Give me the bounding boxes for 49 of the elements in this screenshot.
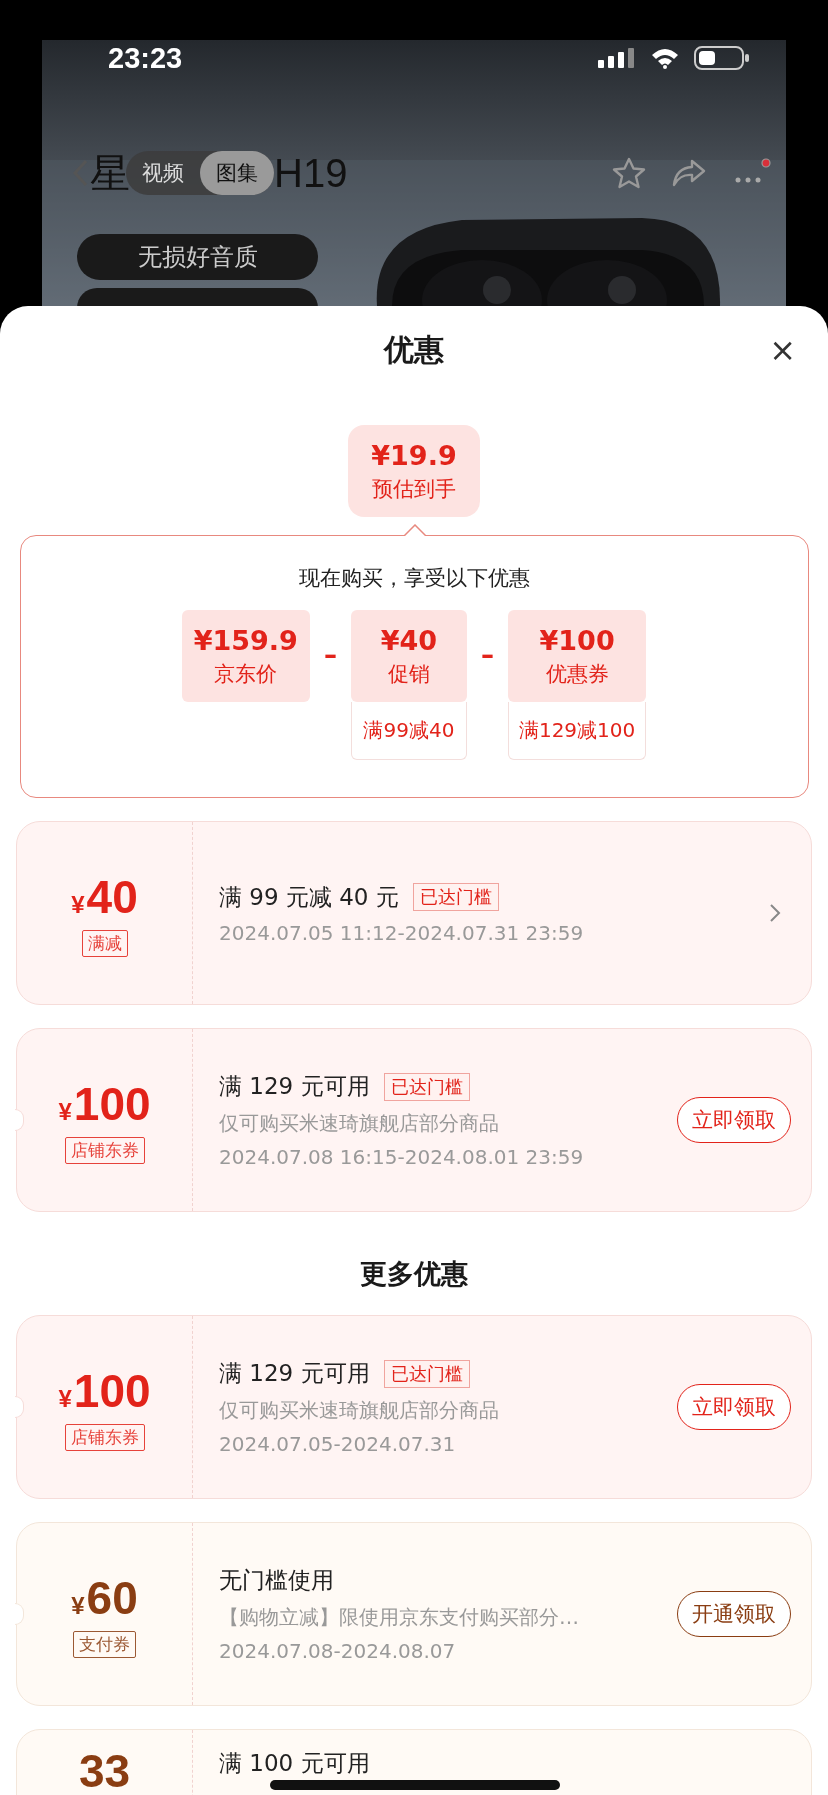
product-title: 星	[90, 149, 130, 197]
status-time: 23:23	[108, 41, 183, 75]
coupon-title: 满 100 元可用	[219, 1749, 370, 1778]
coupon-title: 满 99 元减 40 元	[219, 882, 399, 912]
coupon-description: 仅可购买米速琦旗舰店部分商品	[219, 1397, 500, 1424]
coupon-amount: ¥60	[71, 1570, 138, 1625]
coupon-amount: 33	[78, 1744, 131, 1795]
coupon-amount: ¥100	[58, 1076, 151, 1131]
coupon-validity: 2024.07.05-2024.07.31	[219, 1432, 457, 1456]
price-component: ¥40 促销	[350, 610, 467, 702]
coupon-validity: 2024.07.08-2024.08.07	[219, 1639, 457, 1663]
coupon-title: 满 129 元可用	[219, 1072, 370, 1101]
coupon-description: 【购物立减】限使用京东支付购买部分…	[219, 1604, 580, 1631]
minus-sign: –	[323, 640, 337, 670]
coupon-amount: ¥100	[58, 1363, 151, 1418]
close-button[interactable]: ×	[765, 334, 800, 366]
product-title: H19	[274, 150, 348, 196]
price-component: ¥159.9 京东价	[181, 610, 310, 702]
sheet-title: 优惠	[384, 331, 444, 369]
coupon-title: 满 129 元可用	[219, 1359, 370, 1388]
minus-sign: –	[480, 640, 494, 670]
condition-label: 满99减40	[350, 702, 467, 760]
chevron-right-icon[interactable]	[769, 903, 781, 923]
star-icon[interactable]	[612, 157, 646, 189]
battery-icon	[694, 46, 750, 70]
claim-button[interactable]: 开通领取	[677, 1591, 791, 1637]
price-component: ¥100 优惠券	[507, 610, 647, 702]
wifi-icon	[650, 47, 680, 69]
threshold-tag: 已达门槛	[383, 1072, 470, 1101]
share-icon[interactable]	[672, 159, 706, 187]
feature-pill: 无损好音质	[77, 234, 318, 280]
coupon-type-tag: 店铺东券	[64, 1136, 145, 1164]
claim-button[interactable]: 立即领取	[677, 1097, 791, 1143]
coupon-type-tag: 店铺东券	[64, 1423, 145, 1451]
coupon-validity: 2024.07.05 11:12-2024.07.31 23:59	[219, 920, 585, 945]
summary-heading: 现在购买，享受以下优惠	[298, 565, 530, 592]
coupon-validity: 2024.07.08 16:15-2024.08.01 23:59	[219, 1145, 585, 1169]
threshold-tag: 已达门槛	[412, 883, 499, 911]
estimate-price-bubble: ¥19.9 预估到手	[348, 425, 480, 517]
coupon-title: 无门槛使用	[219, 1566, 334, 1595]
coupon-type-tag: 支付券	[73, 1630, 136, 1658]
claim-button[interactable]: 立即领取	[677, 1384, 791, 1430]
coupon-description: 仅可购买米速琦旗舰店部分商品	[219, 1110, 500, 1137]
threshold-tag: 已达门槛	[383, 1359, 470, 1388]
coupon-amount: ¥40	[71, 869, 138, 924]
condition-label: 满129减100	[507, 702, 647, 760]
coupon-type-tag: 满减	[81, 929, 128, 957]
media-tab[interactable]: 图集	[200, 151, 274, 195]
section-title: 更多优惠	[360, 1257, 468, 1291]
